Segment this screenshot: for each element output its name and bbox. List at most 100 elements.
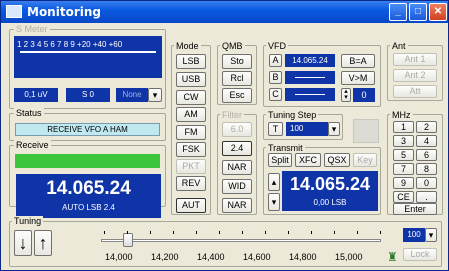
scale-label-14600: 14,600 [243, 252, 271, 262]
key-5-button[interactable]: 5 [393, 149, 414, 161]
key-9-button[interactable]: 9 [393, 177, 414, 189]
meter-mode-dropdown[interactable]: ▾ [148, 88, 162, 102]
mode-pkt-button[interactable]: PKT [176, 159, 206, 174]
vfo-c-button[interactable]: C [269, 88, 282, 101]
scale-label-15000: 15,000 [335, 252, 363, 262]
scale-label-14800: 14,800 [289, 252, 317, 262]
filter-2k4-button[interactable]: 2.4 [222, 141, 252, 156]
s-meter-group: S Meter 1 2 3 4 5 6 7 8 9 +20 +40 +60 0,… [9, 24, 166, 109]
qmb-recall-button[interactable]: Rcl [222, 71, 252, 86]
mode-fm-button[interactable]: FM [176, 125, 206, 140]
mhz-label: MHz [390, 110, 413, 120]
attenuator-button[interactable]: Att [393, 85, 437, 98]
key-7-button[interactable]: 7 [393, 163, 414, 175]
transmit-mode-text: 0,00 LSB [313, 198, 347, 207]
mode-rev-button[interactable]: REV [176, 176, 206, 191]
qmb-store-button[interactable]: Sto [222, 54, 252, 69]
tuning-tick [288, 231, 289, 234]
mode-cw-button[interactable]: CW [176, 90, 206, 105]
s-meter-microvolt: 0,1 uV [14, 88, 58, 102]
key-3-button[interactable]: 3 [393, 135, 414, 147]
qmb-escape-button[interactable]: Esc [222, 88, 252, 103]
key-1-button[interactable]: 1 [393, 121, 414, 133]
tuning-step-button[interactable]: T [268, 122, 283, 136]
tuning-rate-dropdown[interactable]: ▾ [425, 228, 437, 242]
key-button[interactable]: Key [353, 153, 377, 167]
tune-up-button[interactable]: ↑ [34, 230, 52, 256]
status-group: Status RECEIVE VFO A HAM [9, 108, 166, 141]
s-meter-display: 1 2 3 4 5 6 7 8 9 +20 +40 +60 [14, 36, 162, 78]
tuning-step-select[interactable]: 100 [286, 122, 328, 136]
vfo-a-button[interactable]: A [269, 54, 282, 67]
close-button[interactable]: ✕ [429, 3, 447, 21]
key-enter-button[interactable]: Enter [393, 203, 437, 215]
maximize-button[interactable]: □ [409, 3, 427, 21]
receive-indicator [15, 154, 160, 168]
key-ce-button[interactable]: CE [393, 191, 414, 203]
mode-am-button[interactable]: AM [176, 107, 206, 122]
vfo-step-spinner[interactable]: ▴ ▾ [341, 88, 351, 102]
key-6-button[interactable]: 6 [416, 149, 437, 161]
antenna-2-button[interactable]: Ant 2 [393, 69, 437, 82]
minimize-button[interactable]: _ [389, 3, 407, 21]
receive-frequency-display: 14.065.24 AUTO LSB 2.4 [16, 174, 161, 218]
tuning-step-dropdown[interactable]: ▾ [328, 122, 340, 136]
app-icon [6, 5, 22, 18]
tuning-label: Tuning [12, 216, 44, 226]
tuning-tick [173, 231, 174, 234]
key-4-button[interactable]: 4 [416, 135, 437, 147]
key-0-button[interactable]: 0 [416, 177, 437, 189]
s-meter-scale: 1 2 3 4 5 6 7 8 9 +20 +40 +60 [17, 40, 123, 49]
mode-auto-button[interactable]: AUT [176, 198, 206, 213]
lock-button[interactable]: Lock [403, 248, 437, 261]
key-2-button[interactable]: 2 [416, 121, 437, 133]
meter-mode-select[interactable]: None [116, 88, 148, 102]
receive-mode-text: AUTO LSB 2.4 [62, 203, 115, 212]
filter-6k-button[interactable]: 6.0 [222, 122, 252, 137]
vfo-to-memory-button[interactable]: V>M [341, 71, 375, 85]
mode-fsk-button[interactable]: FSK [176, 142, 206, 157]
vfo-b-equals-a-button[interactable]: B=A [341, 54, 375, 68]
tx-up-button[interactable]: ▴ [268, 173, 280, 191]
qmb-label: QMB [220, 41, 245, 51]
mode-lsb-button[interactable]: LSB [176, 54, 206, 69]
transmit-frequency-display: 14.065.24 0,00 LSB [282, 171, 378, 211]
tuning-slider-track[interactable] [101, 239, 381, 242]
filter-narrow-button[interactable]: NAR [222, 160, 252, 175]
vfo-b-button[interactable]: B [269, 71, 282, 84]
filter-nar-button[interactable]: NAR [222, 198, 252, 213]
mode-usb-button[interactable]: USB [176, 72, 206, 87]
status-label: Status [14, 108, 44, 118]
tuning-tick [104, 231, 105, 234]
tuning-tick [334, 231, 335, 234]
tuning-tick [127, 231, 128, 234]
window-title: Monitoring [27, 5, 101, 19]
tuning-tick [265, 231, 266, 234]
tx-down-button[interactable]: ▾ [268, 193, 280, 211]
key-8-button[interactable]: 8 [416, 163, 437, 175]
antenna-1-button[interactable]: Ant 1 [393, 53, 437, 66]
s-meter-s-unit: S 0 [66, 88, 110, 102]
key-dot-button[interactable]: . [416, 191, 437, 203]
lock-key-icon: ♜ [387, 250, 398, 264]
antenna-label: Ant [390, 41, 408, 51]
title-bar[interactable]: Monitoring _ □ ✕ [1, 1, 448, 23]
receive-frequency: 14.065.24 [46, 178, 131, 199]
tuning-tick [219, 231, 220, 234]
split-button[interactable]: Split [268, 153, 292, 167]
scale-label-14400: 14,400 [197, 252, 225, 262]
tuning-group [9, 221, 442, 267]
s-meter-bar [20, 51, 156, 53]
tuning-slider-thumb[interactable] [123, 233, 134, 247]
tuning-tick [196, 231, 197, 234]
keypad-icon[interactable] [353, 119, 379, 143]
tuning-rate-select[interactable]: 100 [403, 228, 425, 242]
receive-label: Receive [14, 140, 51, 150]
tune-down-button[interactable]: ↓ [14, 230, 32, 256]
transmit-label: Transmit [266, 143, 305, 153]
monitoring-window: Monitoring _ □ ✕ S Meter 1 2 3 4 5 6 7 8… [0, 0, 449, 271]
tuning-tick [380, 231, 381, 234]
qsx-button[interactable]: QSX [324, 153, 350, 167]
filter-wide-button[interactable]: WID [222, 179, 252, 194]
xfc-button[interactable]: XFC [295, 153, 321, 167]
